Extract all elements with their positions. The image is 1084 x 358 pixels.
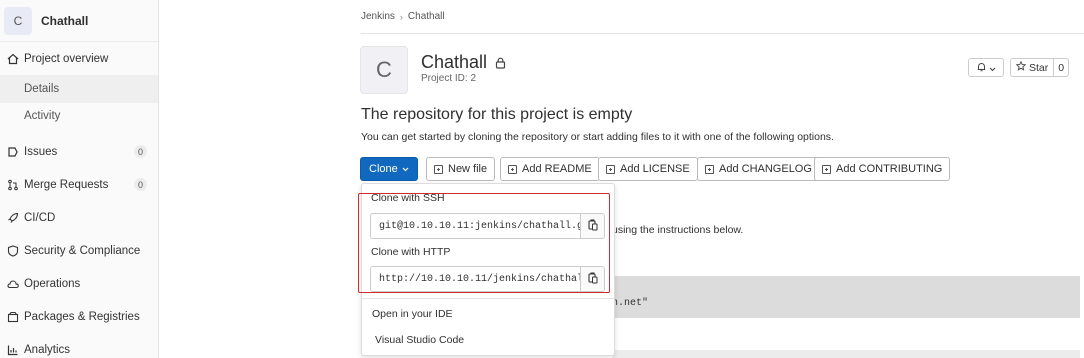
clone-http-field: http://10.10.10.11/jenkins/chathall.git (370, 266, 605, 292)
instructions-text: using the instructions below. (612, 224, 744, 236)
rocket-icon (6, 212, 19, 225)
sidebar-item-label: Operations (24, 278, 81, 290)
project-id: Project ID: 2 (421, 73, 477, 84)
new-file-label: New file (448, 163, 488, 175)
plus-square-icon (822, 164, 831, 174)
sidebar-item-security-compliance[interactable]: Security & Compliance (0, 237, 158, 265)
new-file-button[interactable]: New file (426, 157, 496, 181)
issues-count-badge: 0 (134, 145, 147, 158)
clone-dropdown: Clone with SSH git@10.10.10.11:jenkins/c… (361, 183, 615, 356)
add-license-button[interactable]: Add LICENSE (598, 157, 698, 181)
breadcrumb-separator: › (399, 11, 403, 22)
sidebar-item-label: Merge Requests (24, 179, 109, 191)
sidebar-item-ci-cd[interactable]: CI/CD (0, 204, 158, 232)
clone-http-label: Clone with HTTP (371, 246, 451, 258)
sidebar: C Chathall Project overview Details Acti… (0, 0, 159, 358)
chart-icon (6, 344, 19, 357)
clone-ssh-field: git@10.10.10.11:jenkins/chathall.git (370, 213, 605, 239)
project-avatar: C (4, 6, 32, 35)
dropdown-divider (362, 298, 614, 299)
code-block-text: n.net" (612, 298, 649, 309)
sidebar-item-label: Details (24, 83, 60, 95)
sidebar-item-activity[interactable]: Activity (0, 102, 158, 130)
plus-square-icon (508, 164, 517, 174)
chevron-down-icon (989, 61, 996, 75)
home-icon (6, 53, 19, 66)
bell-icon (977, 61, 986, 75)
sidebar-project-name: Chathall (41, 13, 89, 28)
copy-icon (587, 272, 598, 287)
star-icon (1015, 60, 1027, 74)
empty-repo-description: You can get started by cloning the repos… (361, 131, 834, 143)
issues-icon (6, 146, 19, 159)
sidebar-item-label: Activity (24, 110, 61, 122)
sidebar-item-project-overview[interactable]: Project overview (0, 45, 158, 73)
sidebar-item-details[interactable]: Details (0, 75, 158, 103)
sidebar-item-label: Issues (24, 146, 58, 158)
code-block-secondary (612, 350, 1080, 358)
sidebar-item-merge-requests[interactable]: Merge Requests 0 (0, 171, 158, 199)
sidebar-item-label: Security & Compliance (24, 245, 141, 257)
open-in-ide-header: Open in your IDE (372, 308, 453, 320)
shield-icon (6, 245, 19, 258)
add-changelog-label: Add CHANGELOG (719, 163, 812, 175)
package-icon (6, 311, 19, 324)
code-block (612, 276, 1080, 318)
star-group: Star 0 (1010, 58, 1070, 77)
notification-dropdown-button[interactable] (968, 58, 1004, 77)
sidebar-item-label: Project overview (24, 53, 109, 65)
sidebar-item-packages-registries[interactable]: Packages & Registries (0, 303, 158, 331)
plus-square-icon (434, 164, 443, 174)
plus-square-icon (606, 164, 615, 174)
star-button[interactable]: Star (1011, 59, 1055, 76)
add-contributing-label: Add CONTRIBUTING (836, 163, 943, 175)
merge-request-icon (6, 179, 19, 192)
project-name: Chathall (421, 52, 488, 72)
add-readme-label: Add README (522, 163, 592, 175)
lock-icon (495, 57, 506, 69)
open-in-vscode-item[interactable]: Visual Studio Code (375, 334, 464, 346)
copy-icon (587, 219, 598, 234)
empty-repo-title: The repository for this project is empty (361, 106, 633, 123)
project-title-avatar: C (360, 46, 408, 94)
chevron-down-icon (402, 163, 409, 175)
copy-ssh-button[interactable] (580, 214, 604, 238)
copy-http-button[interactable] (580, 267, 604, 291)
sidebar-item-label: Analytics (24, 344, 71, 356)
sidebar-item-label: Packages & Registries (24, 311, 140, 323)
clone-button[interactable]: Clone (360, 157, 418, 181)
clone-ssh-url-input[interactable]: git@10.10.10.11:jenkins/chathall.git (371, 214, 580, 238)
merge-requests-count-badge: 0 (134, 178, 147, 191)
add-contributing-button[interactable]: Add CONTRIBUTING (814, 157, 951, 181)
sidebar-item-operations[interactable]: Operations (0, 270, 158, 298)
sidebar-item-analytics[interactable]: Analytics (0, 336, 158, 358)
breadcrumb-item-group[interactable]: Jenkins (361, 11, 395, 22)
add-license-label: Add LICENSE (620, 163, 690, 175)
clone-http-url-input[interactable]: http://10.10.10.11/jenkins/chathall.git (371, 267, 580, 291)
cloud-icon (6, 278, 19, 291)
breadcrumb-item-project[interactable]: Chathall (408, 11, 445, 22)
star-label: Star (1029, 61, 1049, 74)
sidebar-project-header[interactable]: C Chathall (0, 0, 158, 42)
star-count[interactable]: 0 (1054, 59, 1068, 76)
add-changelog-button[interactable]: Add CHANGELOG (697, 157, 820, 181)
breadcrumb: Jenkins › Chathall (361, 11, 445, 22)
plus-square-icon (705, 164, 714, 174)
clone-button-label: Clone (369, 163, 398, 175)
clone-ssh-label: Clone with SSH (371, 192, 445, 204)
add-readme-button[interactable]: Add README (500, 157, 600, 181)
project-title: Chathall (421, 52, 506, 73)
sidebar-item-issues[interactable]: Issues 0 (0, 138, 158, 166)
sidebar-item-label: CI/CD (24, 212, 56, 224)
breadcrumb-divider (361, 33, 1084, 34)
